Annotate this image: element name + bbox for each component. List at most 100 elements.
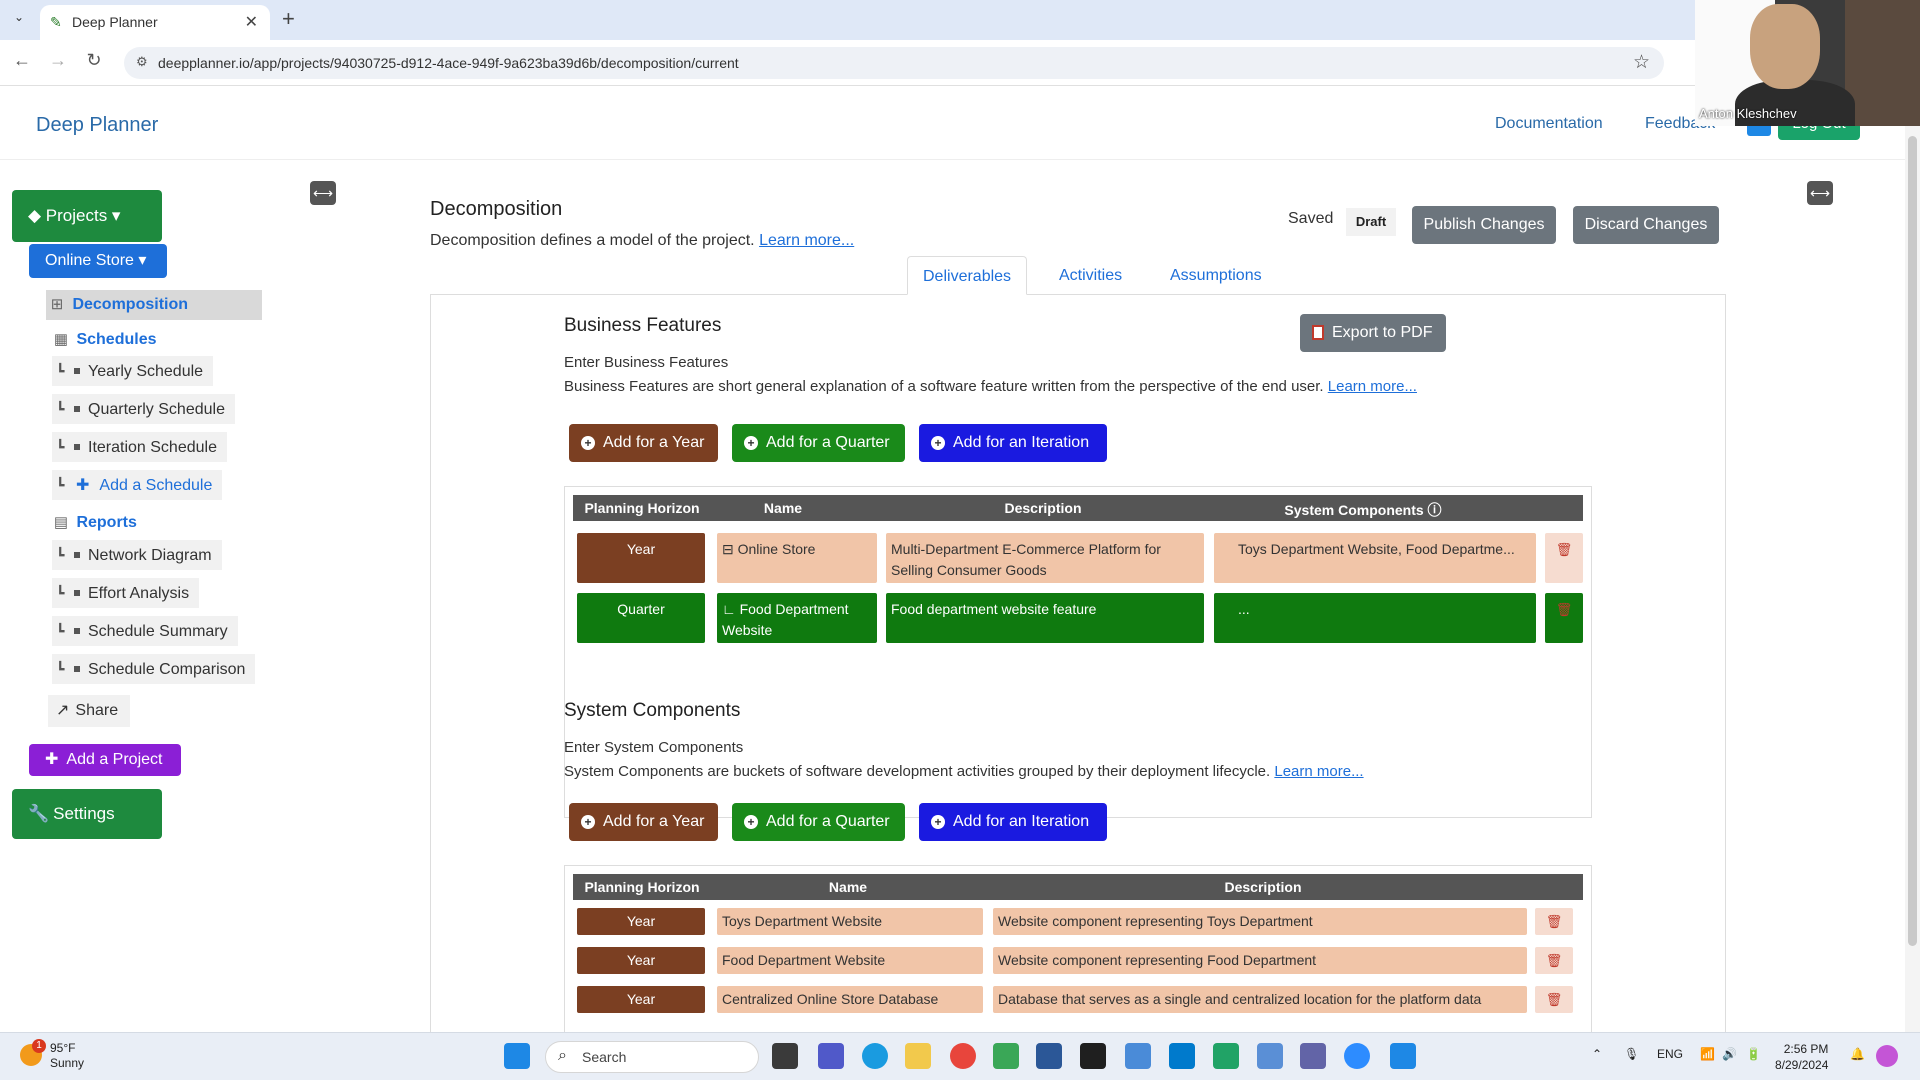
business-features-description: Business Features are short general expl… bbox=[564, 378, 1417, 395]
table-row-horizon[interactable]: Quarter bbox=[577, 593, 705, 643]
url-text: deepplanner.io/app/projects/94030725-d91… bbox=[158, 55, 739, 71]
notification-bell-icon[interactable]: 🔔 bbox=[1850, 1047, 1865, 1061]
main-content: ⟷ Decomposition Decomposition defines a … bbox=[0, 160, 1905, 1065]
column-description: Description bbox=[1004, 500, 1082, 516]
notepad-icon[interactable] bbox=[993, 1043, 1019, 1069]
add-iteration-label: Add for an Iteration bbox=[953, 813, 1090, 830]
deep-planner-favicon-icon: ✎ bbox=[50, 14, 62, 30]
table-row-name[interactable]: ∟ Food Department Website bbox=[717, 593, 877, 643]
table-row-components[interactable]: ... bbox=[1214, 593, 1536, 643]
search-placeholder: Search bbox=[582, 1049, 627, 1065]
table-row-name[interactable]: ⊟ Online Store bbox=[717, 533, 877, 583]
task-view-icon[interactable] bbox=[772, 1043, 798, 1069]
business-features-learn-more-link[interactable]: Learn more... bbox=[1328, 378, 1417, 395]
browser-tab-bar: ⌄ ✎ Deep Planner ✕ + bbox=[0, 0, 1920, 40]
file-explorer-icon[interactable] bbox=[905, 1043, 931, 1069]
wifi-icon[interactable]: 📶 bbox=[1700, 1047, 1715, 1061]
table-row-description[interactable]: Website component representing Food Depa… bbox=[993, 947, 1527, 974]
tray-overflow-icon[interactable]: ⌃ bbox=[1592, 1047, 1602, 1061]
discard-changes-button[interactable]: Discard Changes bbox=[1573, 206, 1719, 244]
bf-add-for-iteration-button[interactable]: + Add for an Iteration bbox=[919, 424, 1107, 462]
teams-work-icon[interactable] bbox=[1300, 1043, 1326, 1069]
copilot-icon[interactable] bbox=[1876, 1045, 1898, 1067]
bf-add-for-quarter-button[interactable]: + Add for a Quarter bbox=[732, 424, 905, 462]
table-row-description[interactable]: Food department website feature bbox=[886, 593, 1204, 643]
plus-circle-icon: + bbox=[931, 814, 945, 829]
export-to-pdf-button[interactable]: Export to PDF bbox=[1300, 314, 1446, 352]
publish-changes-button[interactable]: Publish Changes bbox=[1412, 206, 1556, 244]
table-row-name[interactable]: Toys Department Website bbox=[717, 908, 983, 935]
sc-add-for-year-button[interactable]: + Add for a Year bbox=[569, 803, 718, 841]
calculator-icon[interactable] bbox=[1125, 1043, 1151, 1069]
vscode-icon[interactable] bbox=[1169, 1043, 1195, 1069]
edge-icon[interactable] bbox=[862, 1043, 888, 1069]
learn-more-link[interactable]: Learn more... bbox=[759, 232, 854, 249]
column-description: Description bbox=[1224, 879, 1302, 895]
browser-tab[interactable]: ✎ Deep Planner ✕ bbox=[40, 5, 270, 40]
column-planning-horizon: Planning Horizon bbox=[584, 879, 700, 895]
table-row-description[interactable]: Multi-Department E-Commerce Platform for… bbox=[886, 533, 1204, 583]
sc-add-for-quarter-button[interactable]: + Add for a Quarter bbox=[732, 803, 905, 841]
battery-icon[interactable]: 🔋 bbox=[1746, 1047, 1761, 1061]
sc-add-for-iteration-button[interactable]: + Add for an Iteration bbox=[919, 803, 1107, 841]
tab-activities[interactable]: Activities bbox=[1044, 256, 1137, 295]
column-name: Name bbox=[828, 879, 868, 895]
table-row-components[interactable]: Toys Department Website, Food Departme..… bbox=[1214, 533, 1536, 583]
plus-circle-icon: + bbox=[931, 435, 945, 450]
site-info-icon[interactable]: ⚙ bbox=[136, 54, 148, 70]
page-subtitle: Decomposition defines a model of the pro… bbox=[430, 232, 854, 250]
tab-assumptions[interactable]: Assumptions bbox=[1155, 256, 1277, 295]
app-header: Deep Planner Documentation Feedback Log … bbox=[0, 86, 1905, 160]
system-components-learn-more-link[interactable]: Learn more... bbox=[1274, 763, 1363, 780]
microphone-icon[interactable]: 🎙 bbox=[1624, 1047, 1639, 1061]
table-row-horizon[interactable]: Year bbox=[577, 533, 705, 583]
delete-row-trash-icon[interactable]: 🗑 bbox=[1545, 593, 1583, 643]
video-background-shelf bbox=[1845, 0, 1920, 126]
new-tab-icon[interactable]: + bbox=[282, 6, 295, 32]
chart-app-icon[interactable] bbox=[1257, 1043, 1283, 1069]
weather-desc: Sunny bbox=[50, 1056, 85, 1070]
delete-row-trash-icon[interactable]: 🗑 bbox=[1535, 908, 1573, 935]
participant-name: Anton Kleshchev bbox=[1699, 106, 1797, 121]
search-icon: ⌕ bbox=[558, 1047, 567, 1064]
pdf-icon bbox=[1312, 325, 1324, 341]
pycharm-icon[interactable] bbox=[1213, 1043, 1239, 1069]
documentation-link[interactable]: Documentation bbox=[1495, 115, 1603, 133]
table-row-description[interactable]: Website component representing Toys Depa… bbox=[993, 908, 1527, 935]
panel-toggle-icon[interactable]: ⟷ bbox=[1807, 181, 1833, 205]
volume-icon[interactable]: 🔊 bbox=[1722, 1047, 1737, 1061]
delete-row-trash-icon[interactable]: 🗑 bbox=[1545, 533, 1583, 583]
table-row-name[interactable]: Food Department Website bbox=[717, 947, 983, 974]
table-row-description[interactable]: Database that serves as a single and cen… bbox=[993, 986, 1527, 1013]
table-row-horizon[interactable]: Year bbox=[577, 947, 705, 974]
table-row-horizon[interactable]: Year bbox=[577, 986, 705, 1013]
tab-deliverables[interactable]: Deliverables bbox=[907, 256, 1028, 295]
url-field[interactable]: ⚙ deepplanner.io/app/projects/94030725-d… bbox=[124, 47, 1664, 79]
delete-row-trash-icon[interactable]: 🗑 bbox=[1535, 986, 1573, 1013]
table-row-name[interactable]: Centralized Online Store Database bbox=[717, 986, 983, 1013]
windows-start-icon[interactable] bbox=[504, 1043, 530, 1069]
system-clock[interactable]: 2:56 PM 8/29/2024 bbox=[1775, 1041, 1828, 1073]
scrollbar-thumb[interactable] bbox=[1908, 136, 1917, 946]
zoom-icon[interactable] bbox=[1344, 1043, 1370, 1069]
delete-row-trash-icon[interactable]: 🗑 bbox=[1535, 947, 1573, 974]
language-indicator[interactable]: ENG bbox=[1657, 1047, 1683, 1061]
bookmark-star-icon[interactable]: ☆ bbox=[1633, 51, 1650, 74]
bf-add-for-year-button[interactable]: + Add for a Year bbox=[569, 424, 718, 462]
forward-icon[interactable]: → bbox=[46, 50, 70, 71]
close-tab-icon[interactable]: ✕ bbox=[245, 12, 258, 32]
chrome-icon[interactable] bbox=[950, 1043, 976, 1069]
page-scrollbar[interactable] bbox=[1905, 126, 1920, 1032]
photos-icon[interactable] bbox=[1390, 1043, 1416, 1069]
taskbar-search-input[interactable]: ⌕ Search bbox=[545, 1041, 759, 1073]
tab-search-chevron-icon[interactable]: ⌄ bbox=[8, 10, 30, 30]
terminal-icon[interactable] bbox=[1080, 1043, 1106, 1069]
table-row-horizon[interactable]: Year bbox=[577, 908, 705, 935]
reload-icon[interactable]: ↻ bbox=[82, 50, 106, 71]
app-icon[interactable] bbox=[1036, 1043, 1062, 1069]
add-quarter-label: Add for a Quarter bbox=[766, 434, 890, 451]
teams-icon[interactable] bbox=[818, 1043, 844, 1069]
brand-logo[interactable]: Deep Planner bbox=[36, 114, 158, 137]
system-components-description-text: System Components are buckets of softwar… bbox=[564, 763, 1271, 780]
back-icon[interactable]: ← bbox=[10, 50, 34, 71]
